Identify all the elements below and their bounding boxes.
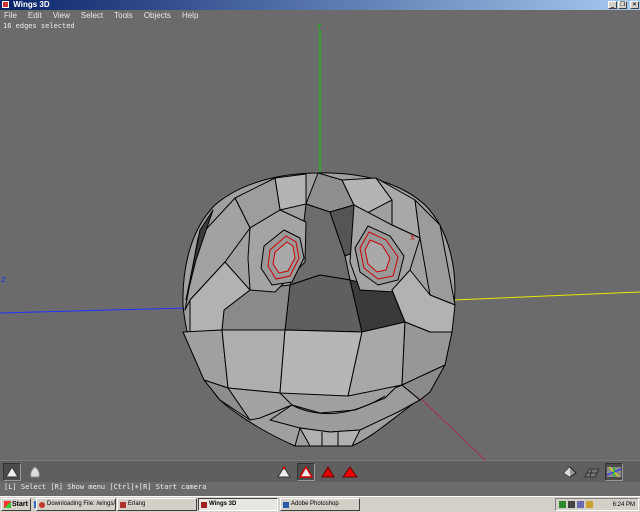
- network-icon[interactable]: [559, 501, 566, 508]
- smooth-shade-icon: [5, 466, 19, 478]
- system-tray: 6:24 PM: [555, 498, 639, 511]
- task-label: Adobe Photoshop: [291, 501, 339, 507]
- menu-edit[interactable]: Edit: [28, 10, 42, 22]
- taskbar: Start Downloading File: /wings/... Erlan…: [0, 496, 640, 512]
- menu-help[interactable]: Help: [182, 10, 198, 22]
- task-downloading[interactable]: Downloading File: /wings/...: [36, 498, 116, 511]
- restore-icon: ❐: [619, 1, 626, 8]
- object-mode-icon: [342, 466, 358, 478]
- task-label: Downloading File: /wings/...: [47, 501, 116, 507]
- face-mode-button[interactable]: [319, 463, 337, 481]
- wings-app-icon: [2, 1, 9, 8]
- task-erlang[interactable]: Erlang: [117, 498, 197, 511]
- minimize-button[interactable]: _: [608, 1, 617, 9]
- smooth-shade-button[interactable]: [3, 463, 21, 481]
- axes-icon: [606, 466, 622, 478]
- window-title: Wings 3D: [13, 0, 50, 9]
- orthographic-icon: [563, 466, 577, 478]
- minimize-icon: _: [611, 1, 614, 8]
- menu-view[interactable]: View: [53, 10, 70, 22]
- close-button[interactable]: ✕: [630, 1, 639, 9]
- wings-icon: [201, 501, 207, 508]
- x-axis: [453, 291, 640, 301]
- viewport-canvas[interactable]: Y Z X: [0, 22, 640, 461]
- photoshop-icon: [283, 501, 289, 508]
- object-mode-button[interactable]: [341, 463, 359, 481]
- menu-file[interactable]: File: [4, 10, 17, 22]
- vertex-mode-icon: [277, 466, 291, 478]
- clock[interactable]: 6:24 PM: [613, 502, 635, 508]
- x-axis-label: X: [410, 234, 415, 242]
- ground-grid-button[interactable]: [583, 463, 601, 481]
- face-mode-icon: [321, 466, 335, 478]
- monitor-icon[interactable]: [568, 501, 575, 508]
- menu-bar: File Edit View Select Tools Objects Help: [0, 10, 640, 22]
- volume-icon[interactable]: [577, 501, 584, 508]
- orthographic-button[interactable]: [561, 463, 579, 481]
- 3d-viewport[interactable]: Y Z X: [0, 22, 640, 461]
- task-label: Erlang: [128, 501, 146, 507]
- tray-app-icon[interactable]: [586, 501, 593, 508]
- start-button[interactable]: Start: [1, 498, 31, 511]
- material-button[interactable]: [26, 463, 44, 481]
- opera-icon: [39, 501, 45, 508]
- window-controls: _ ❐ ✕: [608, 1, 639, 9]
- selection-status: 16 edges selected: [3, 22, 75, 30]
- start-label: Start: [12, 501, 28, 508]
- menu-select[interactable]: Select: [81, 10, 103, 22]
- task-photoshop[interactable]: Adobe Photoshop: [280, 498, 360, 511]
- task-wings-3d[interactable]: Wings 3D: [198, 498, 278, 511]
- task-label: Wings 3D: [209, 501, 237, 507]
- y-axis-label: Y: [316, 23, 322, 31]
- edge-mode-button[interactable]: [297, 463, 315, 481]
- z-axis-label: Z: [1, 276, 6, 284]
- close-icon: ✕: [631, 1, 638, 8]
- erlang-icon: [120, 501, 126, 508]
- title-bar[interactable]: Wings 3D _ ❐ ✕: [0, 0, 640, 10]
- z-axis: [0, 307, 187, 314]
- axes-button[interactable]: [605, 463, 623, 481]
- maximize-button[interactable]: ❐: [618, 1, 627, 9]
- vertex-mode-button[interactable]: [275, 463, 293, 481]
- bottom-toolbar: [0, 460, 640, 482]
- material-icon: [30, 466, 40, 478]
- ground-grid-icon: [584, 468, 600, 478]
- head-mesh[interactable]: [182, 172, 456, 447]
- edge-mode-icon: [299, 466, 313, 478]
- menu-objects[interactable]: Objects: [144, 10, 171, 22]
- menu-tools[interactable]: Tools: [114, 10, 133, 22]
- info-line: [L] Select [R] Show menu [Ctrl]+[R] Star…: [0, 482, 640, 493]
- windows-logo-icon: [4, 501, 11, 508]
